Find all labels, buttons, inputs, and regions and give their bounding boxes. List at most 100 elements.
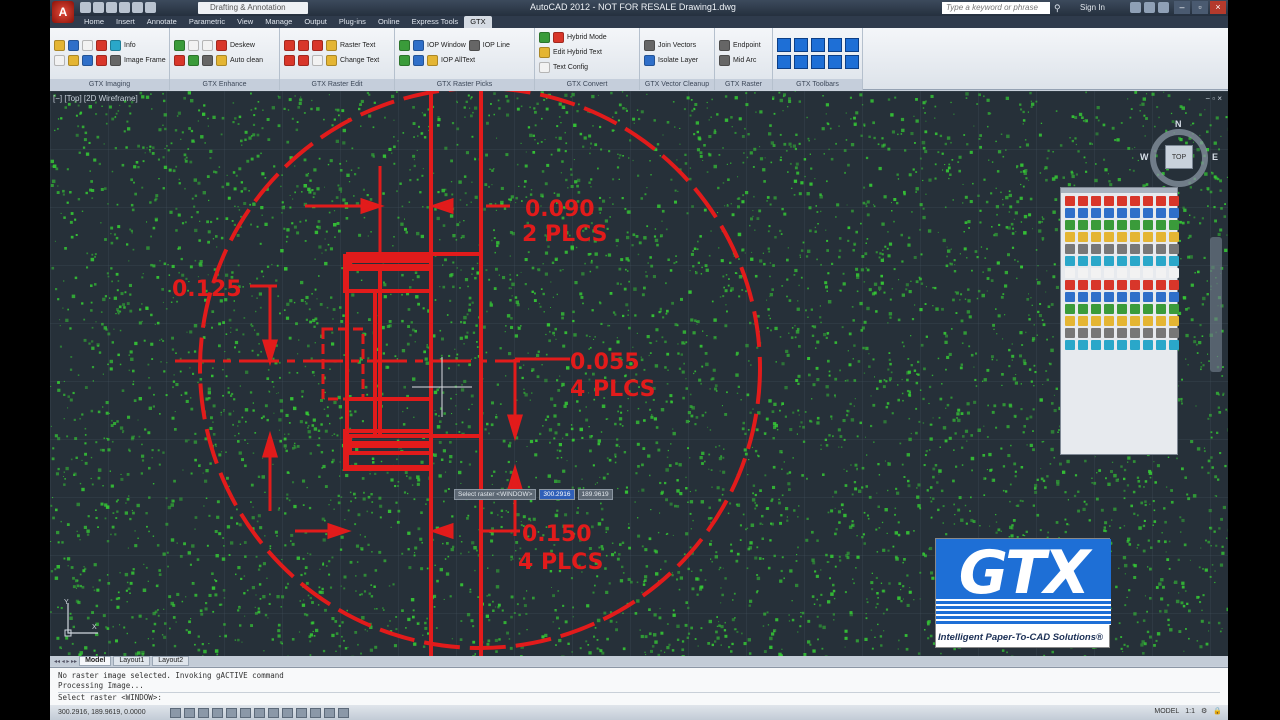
raster-text-button[interactable]: Raster Text xyxy=(340,42,375,49)
toolbar-imaging-icon[interactable] xyxy=(777,38,791,52)
gtx-tool-icon[interactable] xyxy=(1117,244,1127,254)
gtx-tool-icon[interactable] xyxy=(1143,328,1153,338)
image-list-icon[interactable] xyxy=(82,55,93,66)
gtx-tool-icon[interactable] xyxy=(1156,208,1166,218)
gtx-tool-icon[interactable] xyxy=(1117,268,1127,278)
sc-toggle-icon[interactable] xyxy=(338,707,349,718)
open-image-icon[interactable] xyxy=(54,40,65,51)
gtx-tool-icon[interactable] xyxy=(1156,220,1166,230)
text-config-button[interactable]: Text Config xyxy=(553,64,588,71)
gtx-tool-icon[interactable] xyxy=(1117,208,1127,218)
ribbon-tab-gtx[interactable]: GTX xyxy=(464,16,492,28)
gtx-tool-icon[interactable] xyxy=(1117,328,1127,338)
gtx-tool-icon[interactable] xyxy=(1091,196,1101,206)
gtx-tool-icon[interactable] xyxy=(1065,280,1075,290)
binoculars-icon[interactable]: ⚲ xyxy=(1054,2,1066,14)
gtx-tool-icon[interactable] xyxy=(1143,340,1153,350)
panel-title[interactable]: GTX Enhance xyxy=(170,79,279,90)
toolbar-enhance-icon[interactable] xyxy=(794,38,808,52)
gtx-tool-icon[interactable] xyxy=(1156,232,1166,242)
info-button[interactable]: Info xyxy=(124,42,136,49)
gtx-tool-icon[interactable] xyxy=(1169,268,1179,278)
3dosnap-toggle-icon[interactable] xyxy=(240,707,251,718)
gtx-tool-icon[interactable] xyxy=(1104,256,1114,266)
gtx-tool-icon[interactable] xyxy=(1078,280,1088,290)
gtx-tool-icon[interactable] xyxy=(1065,220,1075,230)
redo-icon[interactable] xyxy=(145,2,156,13)
gtx-tool-icon[interactable] xyxy=(1130,292,1140,302)
isolate-layer-button[interactable]: Isolate Layer xyxy=(658,57,698,64)
gtx-tool-icon[interactable] xyxy=(1091,316,1101,326)
gtx-tool-icon[interactable] xyxy=(1091,220,1101,230)
pick-polygon-icon[interactable] xyxy=(413,55,424,66)
gtx-tool-icon[interactable] xyxy=(1169,196,1179,206)
gtx-tool-icon[interactable] xyxy=(1065,256,1075,266)
panel-title[interactable]: GTX Vector Cleanup xyxy=(640,79,714,90)
gtx-tool-icon[interactable] xyxy=(1104,232,1114,242)
gtx-tool-icon[interactable] xyxy=(1130,340,1140,350)
ortho-toggle-icon[interactable] xyxy=(198,707,209,718)
raster-vector-icon[interactable] xyxy=(539,32,550,43)
gtx-tool-icon[interactable] xyxy=(1078,244,1088,254)
lwt-toggle-icon[interactable] xyxy=(296,707,307,718)
toolbar-help-icon[interactable] xyxy=(845,55,859,69)
otrack-toggle-icon[interactable] xyxy=(254,707,265,718)
gtx-tool-icon[interactable] xyxy=(1143,268,1153,278)
mid-arc-button[interactable]: Mid Arc xyxy=(733,57,756,64)
gtx-tool-icon[interactable] xyxy=(1104,292,1114,302)
polar-toggle-icon[interactable] xyxy=(212,707,223,718)
navigation-bar[interactable] xyxy=(1210,237,1222,372)
toolbar-all-icon[interactable] xyxy=(811,55,825,69)
toolbar-convert-icon[interactable] xyxy=(845,38,859,52)
panel-title[interactable]: GTX Raster Picks xyxy=(395,79,534,90)
gtx-tool-icon[interactable] xyxy=(1169,340,1179,350)
raster-move-icon[interactable] xyxy=(284,55,295,66)
drawing-viewport[interactable]: 0.090 2 PLCS 0.125 0.055 4 PLCS 0.150 4 … xyxy=(50,91,1228,656)
gtx-tool-icon[interactable] xyxy=(1156,244,1166,254)
gtx-tool-icon[interactable] xyxy=(1104,280,1114,290)
gtx-tool-icon[interactable] xyxy=(1078,304,1088,314)
sign-in-link[interactable]: Sign In xyxy=(1080,2,1105,14)
workspace-gear-icon[interactable]: ⚙ xyxy=(1201,707,1207,715)
gtx-tool-icon[interactable] xyxy=(1104,268,1114,278)
despeckle-icon[interactable] xyxy=(174,40,185,51)
toolbar-snaps-icon[interactable] xyxy=(794,55,808,69)
gtx-tool-icon[interactable] xyxy=(1091,280,1101,290)
viewport-controls[interactable]: − ▫ × xyxy=(1205,94,1222,103)
ribbon-tab-view[interactable]: View xyxy=(231,16,259,28)
gtx-tool-icon[interactable] xyxy=(1091,292,1101,302)
lock-icon[interactable]: 🔒 xyxy=(1213,707,1222,715)
gtx-tool-icon[interactable] xyxy=(1065,292,1075,302)
gtx-tool-icon[interactable] xyxy=(1130,280,1140,290)
delete-image-icon[interactable] xyxy=(96,55,107,66)
star-icon[interactable] xyxy=(1144,2,1155,13)
gtx-tool-icon[interactable] xyxy=(1117,316,1127,326)
gtx-tool-icon[interactable] xyxy=(1169,232,1179,242)
snap-toggle-icon[interactable] xyxy=(170,707,181,718)
iop-alltext-button[interactable]: IOP AllText xyxy=(441,57,475,64)
gtx-tool-icon[interactable] xyxy=(1117,232,1127,242)
raster-line-icon[interactable] xyxy=(284,40,295,51)
gtx-tool-icon[interactable] xyxy=(1117,292,1127,302)
gtx-tool-icon[interactable] xyxy=(1091,268,1101,278)
raster-arc-icon[interactable] xyxy=(312,40,323,51)
ribbon-tab-plug-ins[interactable]: Plug-ins xyxy=(333,16,372,28)
annotation-scale[interactable]: 1:1 xyxy=(1185,708,1195,715)
iop-window-button[interactable]: IOP Window xyxy=(427,42,466,49)
gtx-tool-icon[interactable] xyxy=(1143,292,1153,302)
panel-title[interactable]: GTX Raster Edit xyxy=(280,79,394,90)
raster-circle-icon[interactable] xyxy=(298,40,309,51)
gtx-tool-icon[interactable] xyxy=(1065,208,1075,218)
coordinate-readout[interactable]: 300.2916, 189.9619, 0.0000 xyxy=(58,709,170,716)
search-input[interactable]: Type a keyword or phrase xyxy=(942,2,1050,14)
gtx-tool-icon[interactable] xyxy=(1169,292,1179,302)
gtx-tool-icon[interactable] xyxy=(1104,244,1114,254)
gtx-tool-icon[interactable] xyxy=(1091,328,1101,338)
gtx-tool-icon[interactable] xyxy=(1104,328,1114,338)
join-vectors-button[interactable]: Join Vectors xyxy=(658,42,696,49)
gtx-tool-icon[interactable] xyxy=(1156,268,1166,278)
gtx-tool-icon[interactable] xyxy=(1117,280,1127,290)
plot-icon[interactable] xyxy=(119,2,130,13)
ribbon-tab-annotate[interactable]: Annotate xyxy=(141,16,183,28)
gtx-tool-icon[interactable] xyxy=(1130,196,1140,206)
